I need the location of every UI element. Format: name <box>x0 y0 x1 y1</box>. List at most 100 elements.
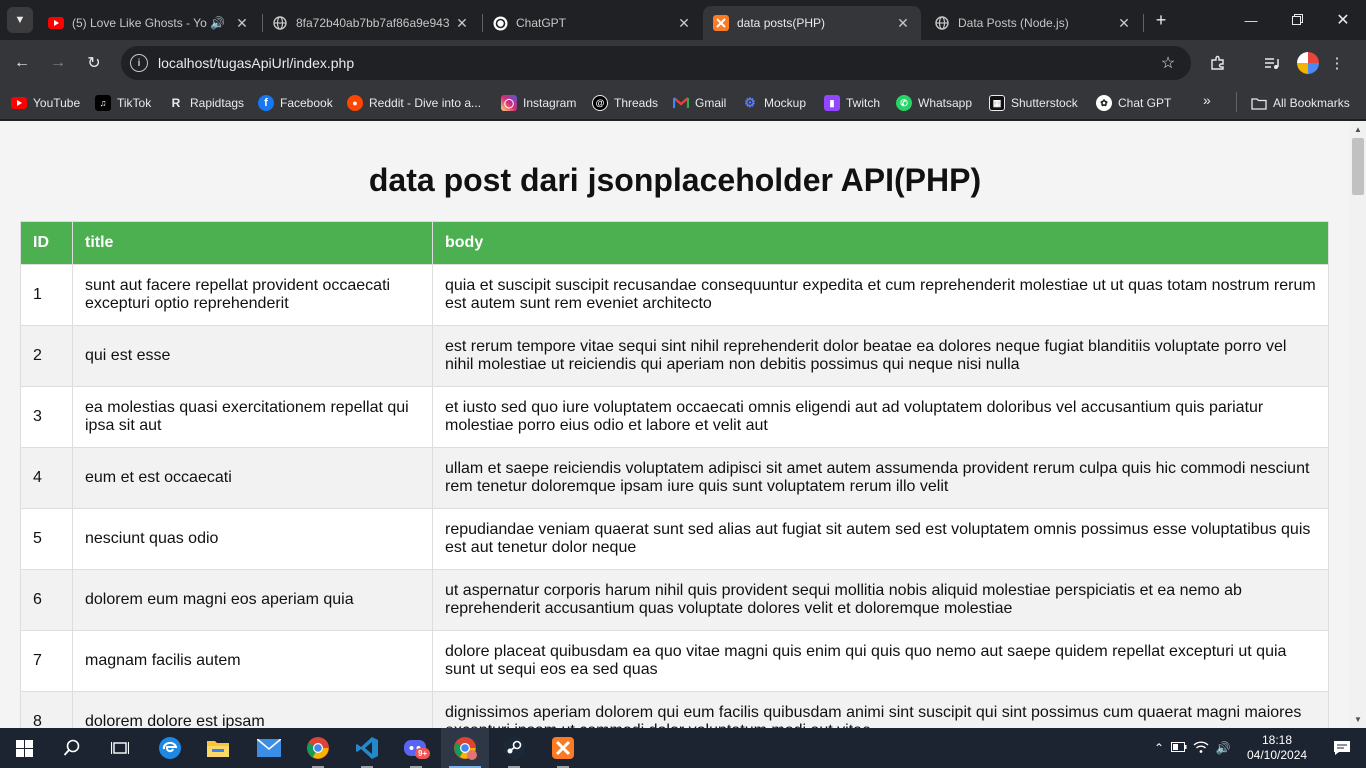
star-icon[interactable]: ☆ <box>1157 53 1179 73</box>
bookmark-youtube[interactable]: YouTube <box>11 92 80 114</box>
tab-title: data posts(PHP) <box>737 16 826 30</box>
tab-search-button[interactable]: ▼ <box>7 7 33 33</box>
notification-center-button[interactable] <box>1318 728 1366 768</box>
edge-app[interactable] <box>146 728 194 768</box>
instagram-icon: ◯ <box>501 95 517 111</box>
new-tab-button[interactable]: + <box>1151 10 1171 30</box>
wifi-icon[interactable] <box>1190 740 1212 756</box>
back-button[interactable]: ← <box>9 50 35 76</box>
bookmarks-overflow-button[interactable]: » <box>1203 92 1211 108</box>
speaker-icon[interactable]: 🔊 <box>210 16 226 30</box>
column-header-title: title <box>72 221 433 265</box>
xampp-app[interactable] <box>539 728 587 768</box>
bookmark-mockup[interactable]: ⚙ Mockup <box>742 92 806 114</box>
bookmark-chatgpt[interactable]: ✿ Chat GPT <box>1096 92 1171 114</box>
mockup-icon: ⚙ <box>744 95 756 110</box>
bookmark-reddit[interactable]: ● Reddit - Dive into a... <box>347 92 481 114</box>
bookmark-rapidtags[interactable]: R Rapidtags <box>168 92 244 114</box>
address-bar[interactable]: i localhost/tugasApiUrl/index.php ☆ <box>121 46 1191 80</box>
vscode-app[interactable] <box>343 728 391 768</box>
url-text[interactable]: localhost/tugasApiUrl/index.php <box>158 55 1157 71</box>
close-window-button[interactable]: ✕ <box>1320 0 1366 40</box>
gmail-icon <box>673 95 689 111</box>
scrollbar-thumb[interactable] <box>1352 138 1364 195</box>
menu-icon[interactable]: ⋮ <box>1325 51 1349 75</box>
tab-data-posts-php[interactable]: data posts(PHP) ✕ <box>703 6 921 40</box>
cell-body: quia et suscipit suscipit recusandae con… <box>432 264 1329 326</box>
bookmark-twitch[interactable]: ▮ Twitch <box>824 92 880 114</box>
bookmark-whatsapp[interactable]: ✆ Whatsapp <box>896 92 972 114</box>
info-icon[interactable]: i <box>130 54 148 72</box>
windows-logo-icon <box>15 739 33 757</box>
cell-id: 6 <box>20 569 73 631</box>
table-row: 5 nesciunt quas odio repudiandae veniam … <box>20 508 1329 570</box>
close-icon[interactable]: ✕ <box>1116 15 1132 32</box>
steam-app[interactable] <box>490 728 538 768</box>
file-explorer-app[interactable] <box>194 728 242 768</box>
forward-button[interactable]: → <box>45 50 71 76</box>
start-button[interactable] <box>0 728 48 768</box>
restore-icon <box>1291 13 1303 28</box>
shutterstock-icon: ▦ <box>989 95 1005 111</box>
bookmark-label: Gmail <box>695 96 727 110</box>
bookmark-label: Whatsapp <box>918 96 973 110</box>
close-icon[interactable]: ✕ <box>454 15 470 32</box>
bookmark-instagram[interactable]: ◯ Instagram <box>501 92 576 114</box>
cell-id: 2 <box>20 325 73 387</box>
tab-data-posts-node[interactable]: Data Posts (Node.js) ✕ <box>924 6 1142 40</box>
extensions-icon[interactable] <box>1206 51 1230 75</box>
all-bookmarks[interactable]: All Bookmarks <box>1251 92 1350 114</box>
cell-id: 3 <box>20 386 73 448</box>
tab-divider <box>1143 14 1144 32</box>
bookmark-gmail[interactable]: Gmail <box>673 92 726 114</box>
xampp-icon <box>713 15 729 31</box>
bookmark-tiktok[interactable]: ♫ TikTok <box>95 92 151 114</box>
tab-title: Data Posts (Node.js) <box>958 16 1069 30</box>
reload-button[interactable]: ↻ <box>81 50 107 76</box>
bookmark-label: TikTok <box>117 96 152 110</box>
table-row: 1 sunt aut facere repellat provident occ… <box>20 264 1329 326</box>
task-view-button[interactable] <box>96 728 144 768</box>
table-row: 6 dolorem eum magni eos aperiam quia ut … <box>20 569 1329 631</box>
minimize-button[interactable]: — <box>1228 0 1274 40</box>
chevron-up-icon[interactable]: ⌃ <box>1150 741 1168 755</box>
close-icon[interactable]: ✕ <box>895 15 911 32</box>
scroll-up-arrow-icon[interactable]: ▲ <box>1354 125 1362 134</box>
discord-app[interactable]: 9+ <box>392 728 440 768</box>
bookmark-facebook[interactable]: f Facebook <box>258 92 333 114</box>
tab-hash[interactable]: 8fa72b40ab7bb7af86a9e943 ✕ <box>262 6 480 40</box>
volume-icon[interactable]: 🔊 <box>1212 741 1234 755</box>
bookmark-label: Chat GPT <box>1118 96 1172 110</box>
chatgpt-icon: ✿ <box>1096 95 1112 111</box>
column-header-body: body <box>432 221 1329 265</box>
chrome-app[interactable] <box>294 728 342 768</box>
xampp-icon <box>552 737 574 759</box>
table-row: 2 qui est esse est rerum tempore vitae s… <box>20 325 1329 387</box>
globe-icon <box>272 15 288 31</box>
bookmark-label: Facebook <box>280 96 333 110</box>
clock[interactable]: 18:18 04/10/2024 <box>1247 733 1307 763</box>
tab-chatgpt[interactable]: ChatGPT ✕ <box>482 6 702 40</box>
bookmark-label: Reddit - Dive into a... <box>369 96 482 110</box>
tab-youtube[interactable]: (5) Love Like Ghosts - Yo 🔊 ✕ <box>38 6 260 40</box>
close-icon[interactable]: ✕ <box>234 15 250 32</box>
tiktok-icon: ♫ <box>95 95 111 111</box>
mail-app[interactable] <box>245 728 293 768</box>
battery-icon[interactable] <box>1168 741 1190 755</box>
profile-avatar[interactable] <box>1297 52 1319 74</box>
media-controls-icon[interactable] <box>1260 51 1284 75</box>
scroll-down-arrow-icon[interactable]: ▼ <box>1354 715 1362 724</box>
restore-button[interactable] <box>1274 0 1320 40</box>
search-button[interactable] <box>48 728 96 768</box>
page-scrollbar[interactable]: ▲ ▼ <box>1350 121 1366 728</box>
bookmark-shutterstock[interactable]: ▦ Shutterstock <box>989 92 1078 114</box>
cell-body: ut aspernatur corporis harum nihil quis … <box>432 569 1329 631</box>
chrome-profile-app[interactable] <box>441 728 489 768</box>
arrow-right-icon: → <box>50 54 66 71</box>
arrow-left-icon: ← <box>14 54 30 71</box>
column-header-id: ID <box>20 221 73 265</box>
notification-badge: 9+ <box>415 748 431 759</box>
bookmark-threads[interactable]: @ Threads <box>592 92 658 114</box>
bookmark-label: Twitch <box>846 96 881 110</box>
close-icon[interactable]: ✕ <box>676 15 692 32</box>
